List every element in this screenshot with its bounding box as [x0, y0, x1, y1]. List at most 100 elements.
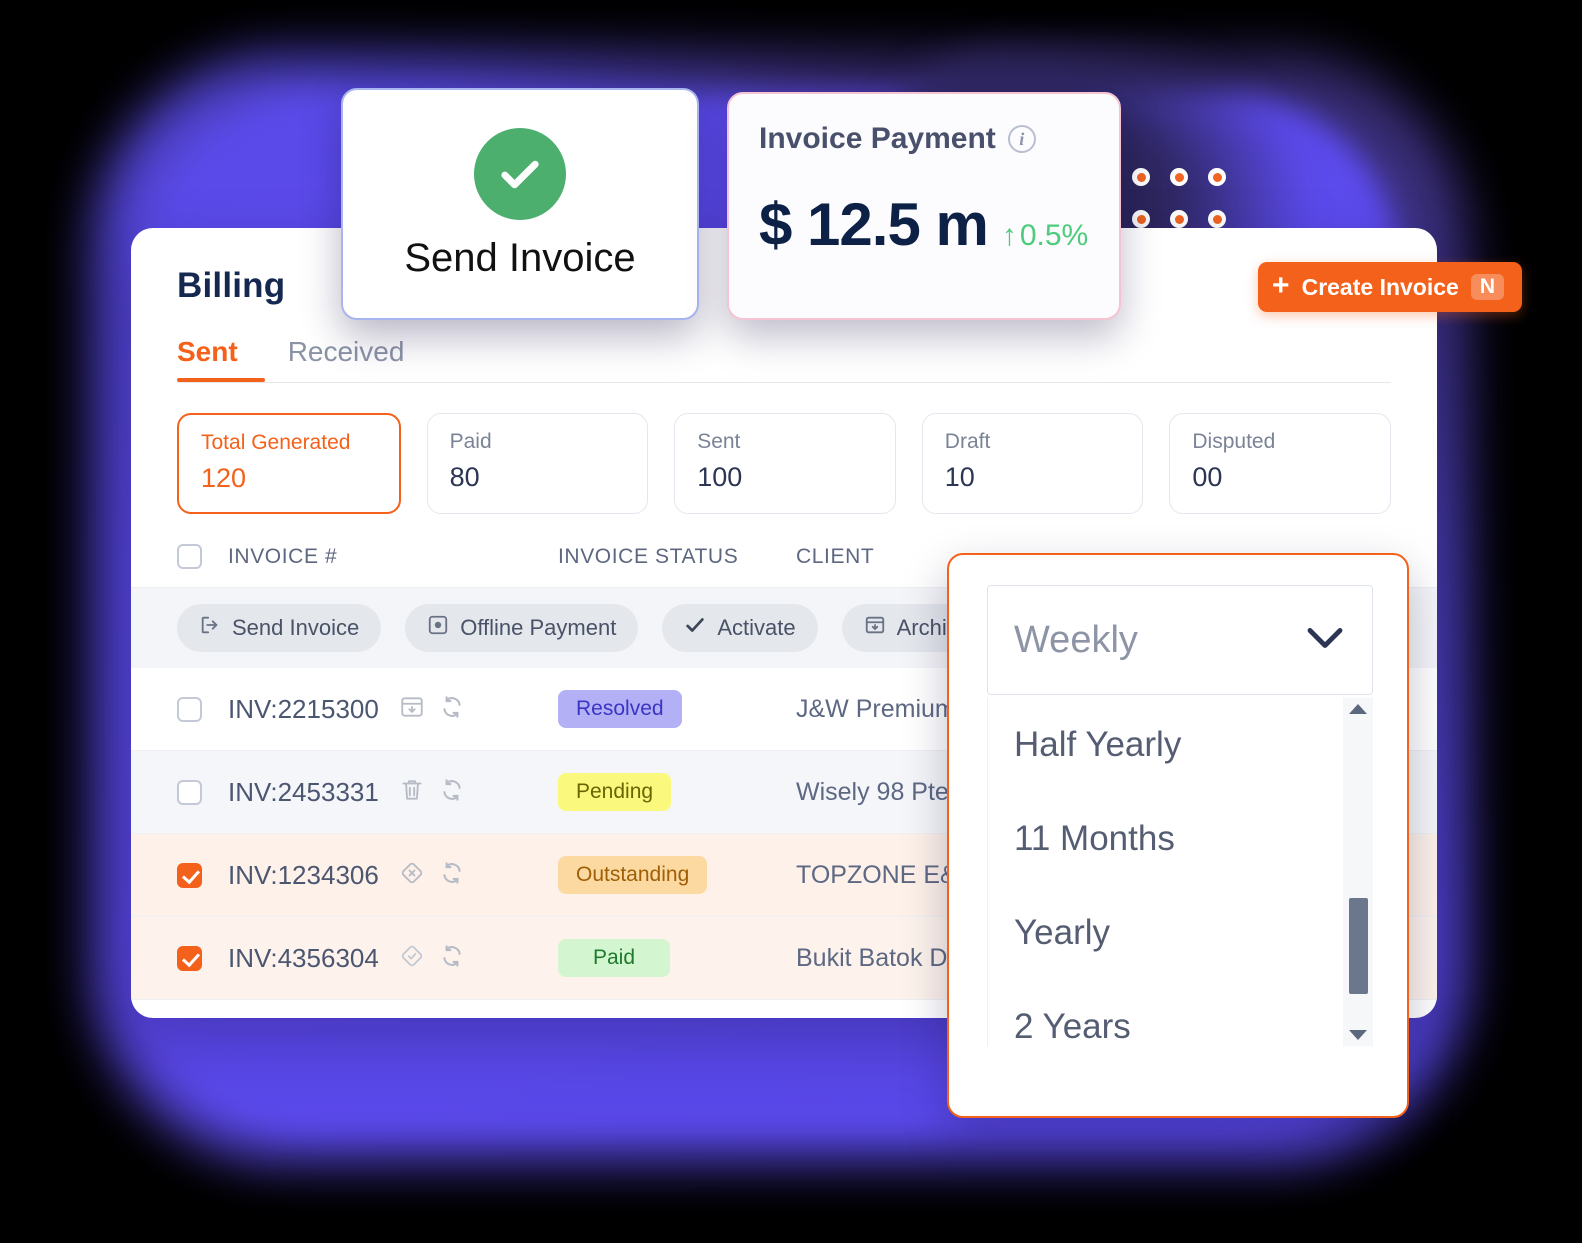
stat-label: Paid [449, 430, 492, 453]
stat-label: Sent [697, 430, 741, 453]
create-invoice-label: Create Invoice [1301, 273, 1459, 300]
invoice-payment-amount: $ 12.5 m [759, 191, 989, 258]
select-all-checkbox[interactable] [177, 544, 202, 569]
frequency-select[interactable]: Weekly [987, 585, 1373, 695]
status-badge: Pending [558, 773, 672, 811]
invoice-cell: INV:1234306 [228, 860, 558, 891]
refresh-icon[interactable] [439, 860, 465, 891]
row-action-icons [399, 694, 465, 725]
create-invoice-button[interactable]: + Create Invoice N [1258, 262, 1522, 312]
refresh-icon[interactable] [439, 694, 465, 725]
stat-card-paid[interactable]: Paid 80 [426, 413, 649, 514]
row-checkbox[interactable] [177, 945, 202, 971]
plus-icon: + [1272, 269, 1290, 302]
diamond-check-icon[interactable] [399, 943, 425, 974]
bulk-activate-label: Activate [717, 615, 796, 640]
check-icon [684, 614, 706, 642]
scrollbar-thumb[interactable] [1349, 898, 1368, 994]
caret-up-icon[interactable] [1349, 704, 1367, 714]
trend-up-arrow-icon: ↑ [1001, 219, 1017, 252]
check-circle-icon [474, 127, 566, 220]
column-header-invoice: INVOICE # [228, 544, 338, 568]
frequency-option[interactable]: 2 Years [988, 980, 1343, 1046]
status-cell: Resolved [558, 690, 796, 728]
trash-icon[interactable] [399, 777, 425, 808]
frequency-list-scrollbar[interactable] [1343, 698, 1373, 1046]
stat-label: Total Generated [201, 431, 351, 454]
invoice-payment-card: Invoice Payment i $ 12.5 m ↑ 0.5% [727, 92, 1121, 320]
invoice-cell: INV:2453331 [228, 777, 558, 808]
stat-value: 00 [1192, 462, 1223, 492]
invoice-number: INV:1234306 [228, 859, 379, 890]
dot [1132, 168, 1150, 186]
invoice-payment-delta-value: 0.5% [1019, 219, 1089, 252]
status-badge: Paid [558, 939, 670, 977]
bulk-send-invoice-button[interactable]: Send Invoice [177, 604, 382, 652]
frequency-option[interactable]: 11 Months [988, 792, 1343, 886]
send-invoice-caption: Send Invoice [404, 235, 636, 280]
status-cell: Pending [558, 773, 796, 811]
info-icon[interactable]: i [1007, 125, 1036, 153]
status-badge: Outstanding [558, 856, 708, 894]
status-cell: Paid [558, 939, 796, 977]
bulk-offline-payment-label: Offline Payment [460, 615, 617, 640]
column-header-status: INVOICE STATUS [558, 544, 739, 568]
row-checkbox[interactable] [177, 779, 202, 805]
frequency-selected-value: Weekly [1014, 618, 1138, 661]
row-action-icons [399, 860, 465, 891]
row-action-icons [399, 943, 465, 974]
refresh-icon[interactable] [439, 943, 465, 974]
status-cell: Outstanding [558, 856, 796, 894]
tab-bar: Sent Received [131, 336, 1437, 382]
frequency-dropdown-panel: Weekly Half Yearly 11 Months Yearly 2 Ye… [947, 553, 1409, 1118]
invoice-number: INV:2215300 [228, 693, 379, 724]
stat-value: 80 [449, 462, 480, 492]
send-invoice-card[interactable]: Send Invoice [341, 88, 699, 320]
stat-card-sent[interactable]: Sent 100 [674, 413, 896, 514]
invoice-cell: INV:2215300 [228, 694, 558, 725]
frequency-option[interactable]: Yearly [988, 886, 1343, 980]
caret-down-icon[interactable] [1349, 1030, 1367, 1040]
stat-value: 100 [697, 462, 743, 492]
keyboard-shortcut-badge: N [1470, 274, 1504, 300]
stat-value: 10 [944, 462, 975, 492]
stat-card-disputed[interactable]: Disputed 00 [1169, 413, 1391, 514]
bulk-send-invoice-label: Send Invoice [232, 615, 360, 640]
invoice-payment-delta: ↑ 0.5% [1002, 219, 1088, 253]
decorative-dot-grid [1132, 168, 1228, 228]
offline-payment-icon [427, 614, 449, 642]
refresh-icon[interactable] [439, 777, 465, 808]
row-checkbox[interactable] [177, 696, 202, 722]
stat-card-draft[interactable]: Draft 10 [921, 413, 1144, 514]
stat-card-total-generated[interactable]: Total Generated 120 [177, 413, 401, 514]
screenshot-root: Billing Sent Received Total Generated 12… [0, 0, 1582, 1243]
dot [1170, 168, 1188, 186]
chevron-down-icon[interactable] [1302, 623, 1348, 658]
archive-icon [864, 614, 886, 642]
bulk-activate-button[interactable]: Activate [662, 604, 818, 652]
diamond-cancel-icon[interactable] [399, 860, 425, 891]
stat-value: 120 [201, 463, 247, 493]
tab-sent[interactable]: Sent [177, 336, 238, 382]
row-checkbox[interactable] [177, 862, 202, 888]
send-arrow-icon [199, 614, 221, 642]
dot [1132, 210, 1150, 228]
invoice-payment-value-row: $ 12.5 m ↑ 0.5% [759, 190, 1089, 259]
bulk-offline-payment-button[interactable]: Offline Payment [405, 604, 639, 652]
page-title: Billing [177, 266, 286, 305]
dot [1208, 168, 1226, 186]
invoice-payment-title-row: Invoice Payment i [759, 122, 1089, 156]
invoice-payment-title: Invoice Payment [759, 122, 996, 155]
frequency-option-list[interactable]: Half Yearly 11 Months Yearly 2 Years [987, 698, 1343, 1046]
archive-icon[interactable] [399, 694, 425, 725]
dot [1208, 210, 1226, 228]
invoice-number: INV:4356304 [228, 942, 379, 973]
stat-card-row: Total Generated 120 Paid 80 Sent 100 Dra… [131, 383, 1437, 514]
stat-label: Disputed [1192, 430, 1276, 453]
row-action-icons [399, 777, 465, 808]
status-badge: Resolved [558, 690, 682, 728]
frequency-option[interactable]: Half Yearly [988, 698, 1343, 792]
stat-label: Draft [944, 430, 991, 453]
dot [1170, 210, 1188, 228]
tab-received[interactable]: Received [288, 336, 405, 382]
